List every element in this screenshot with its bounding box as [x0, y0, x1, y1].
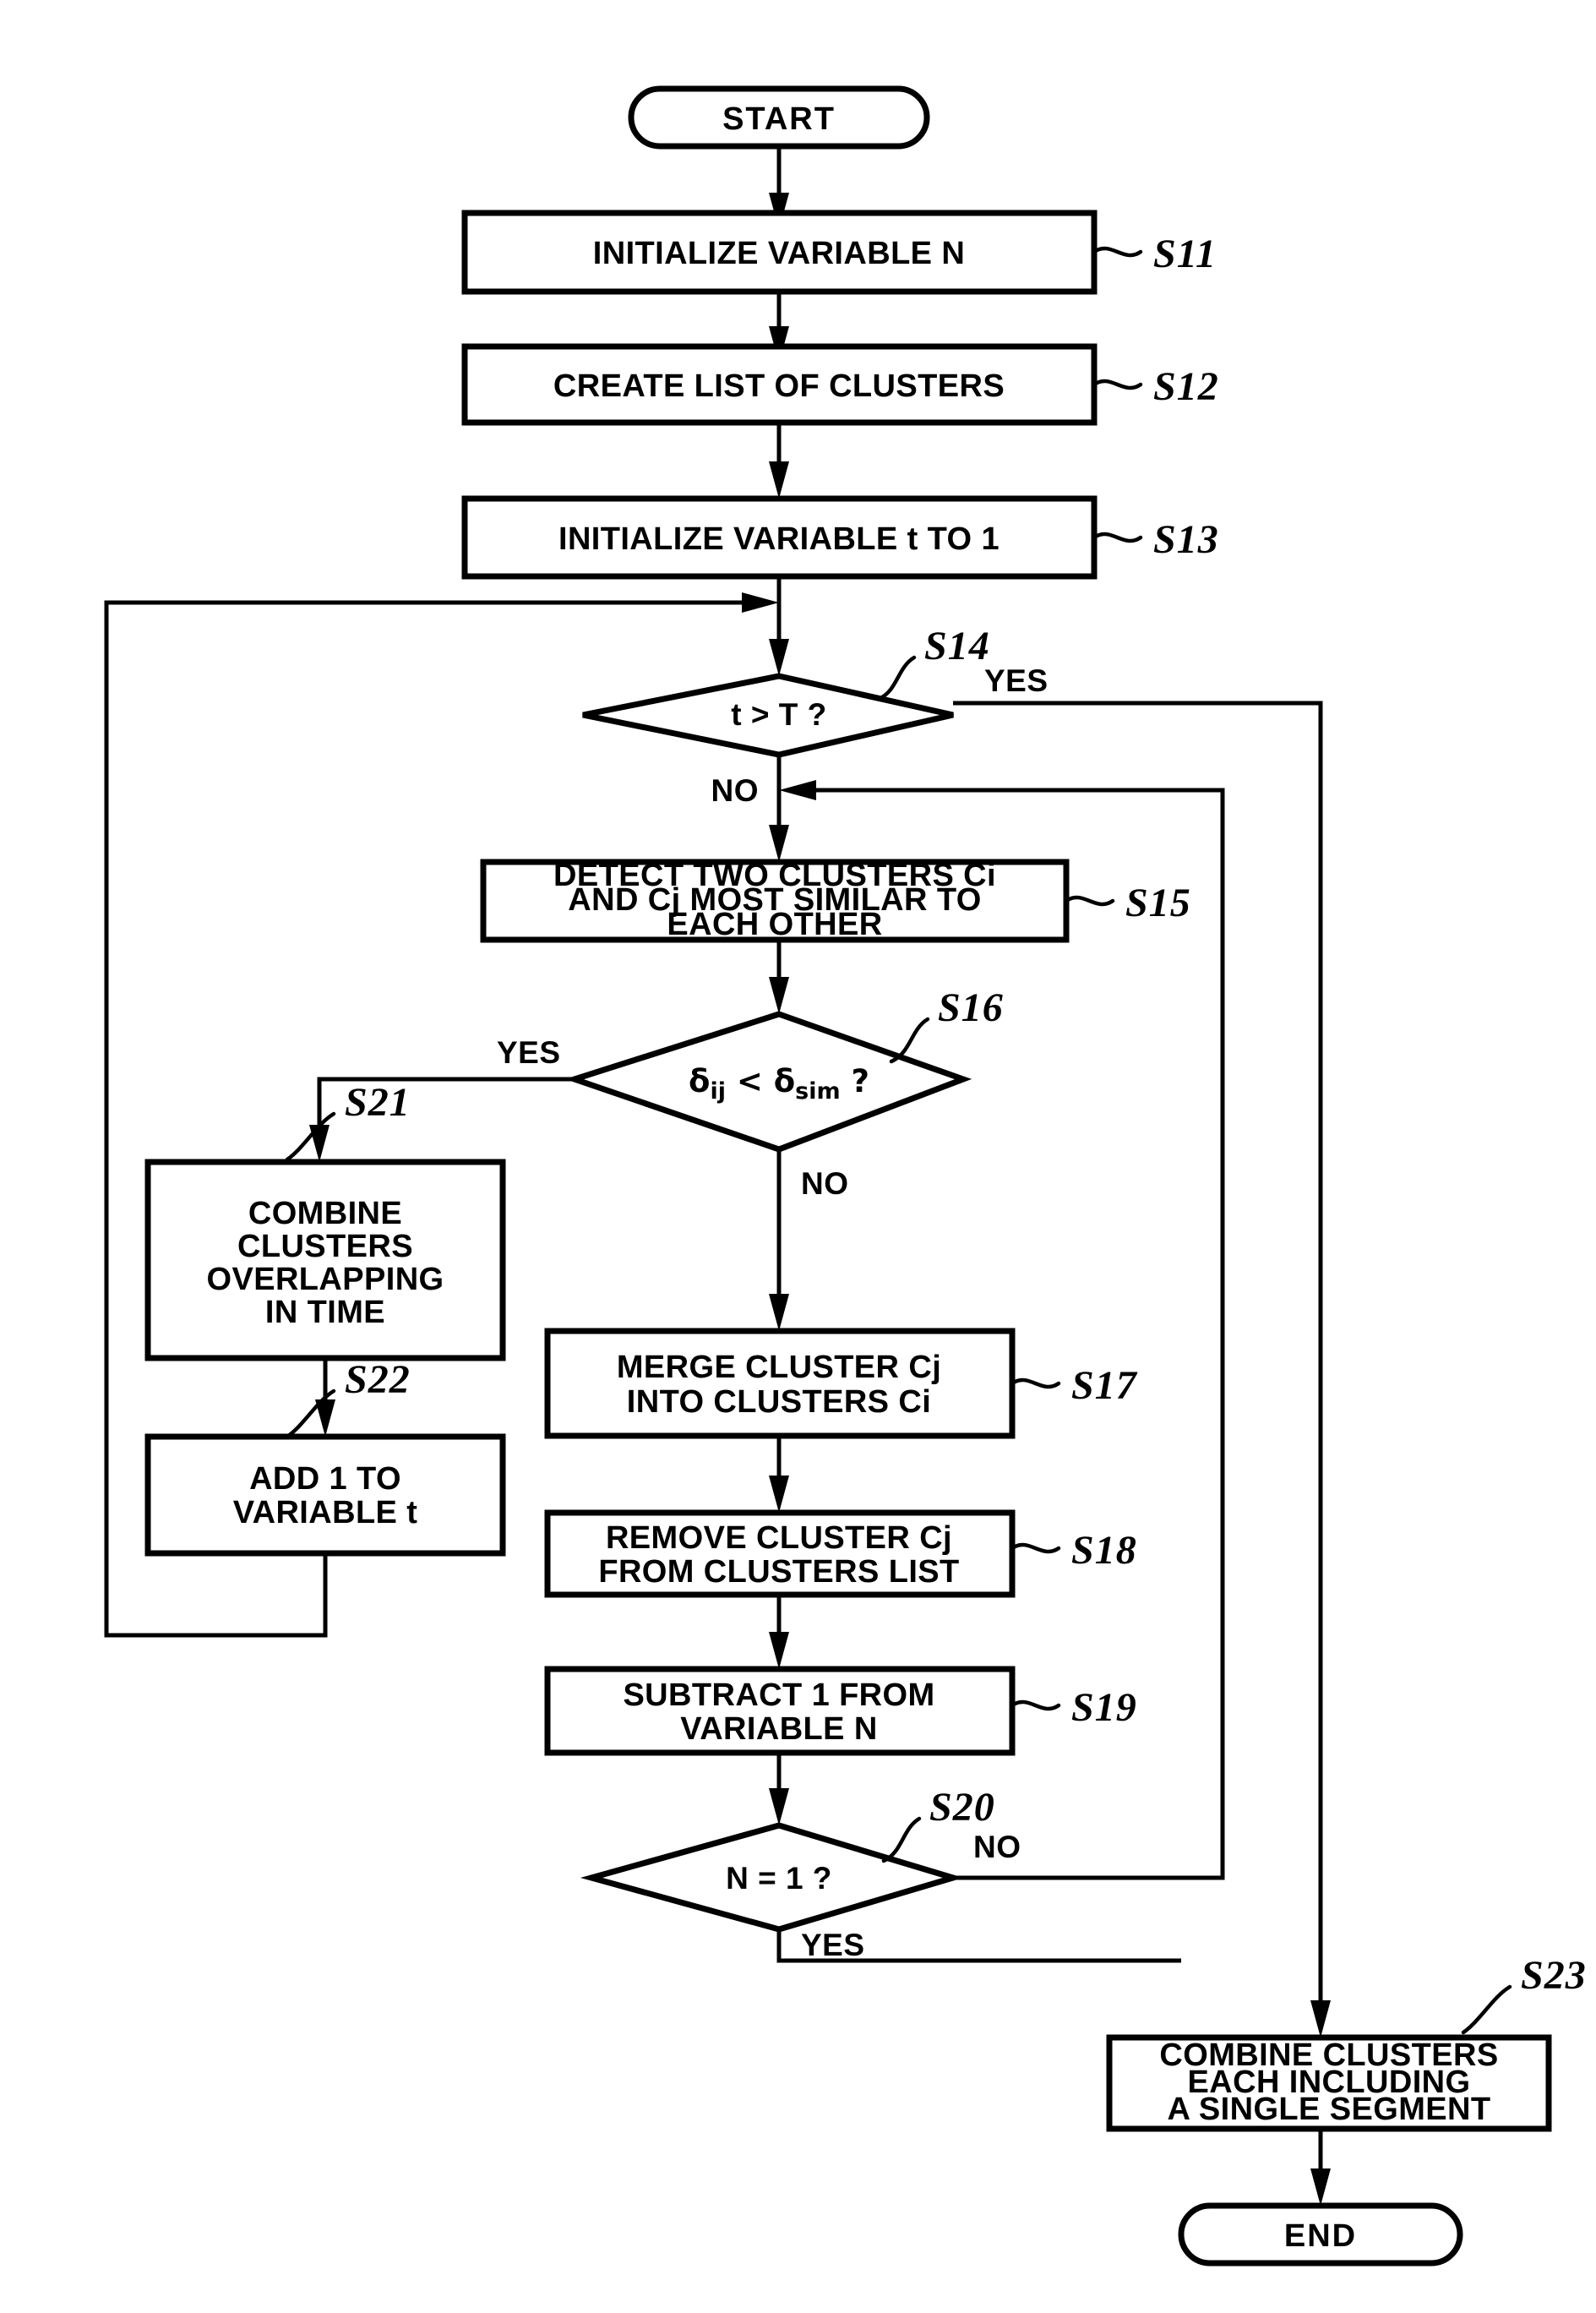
s18-step-ref: S18 [1071, 1528, 1137, 1573]
s20-yes-label: YES [801, 1928, 865, 1962]
edge-s14-no-to-s15 [769, 755, 789, 862]
s14-step-ref: S14 [924, 624, 990, 668]
s16-yes-label: YES [497, 1035, 561, 1070]
s20-condition-label: N = 1 ? [726, 1861, 832, 1896]
s21-label-line2: CLUSTERS [237, 1229, 413, 1264]
edge-s18-to-s19 [769, 1595, 789, 1669]
node-s11: INITIALIZE VARIABLE N S11 [461, 210, 1217, 295]
s21-step-ref: S21 [345, 1080, 411, 1125]
s23-label-line3: A SINGLE SEGMENT [1168, 2092, 1491, 2127]
edge-s15-to-s16 [769, 940, 789, 1014]
node-s16: δij < δsim ? S16 YES NO [497, 985, 1004, 1201]
s17-label-line1: MERGE CLUSTER Cj [617, 1350, 941, 1385]
flowchart-svg: START INITIALIZE VARIABLE N S11 CREATE L… [104, 85, 1587, 2267]
node-start: START [628, 85, 930, 150]
node-end: END [1178, 2202, 1463, 2267]
s11-step-ref: S11 [1153, 232, 1217, 276]
s14-no-label: NO [711, 773, 760, 808]
s18-label-line1: REMOVE CLUSTER Cj [606, 1520, 952, 1556]
node-s12: CREATE LIST OF CLUSTERS S12 [461, 343, 1219, 426]
s14-yes-label: YES [984, 663, 1049, 698]
edge-s16-no-to-s17 [769, 1149, 789, 1331]
s18-label-line2: FROM CLUSTERS LIST [598, 1554, 959, 1590]
s16-step-ref: S16 [938, 985, 1004, 1030]
s19-label-line1: SUBTRACT 1 FROM [623, 1677, 934, 1713]
s12-label: CREATE LIST OF CLUSTERS [553, 368, 1005, 404]
s23-step-ref: S23 [1521, 1953, 1587, 1998]
start-label: START [722, 101, 836, 137]
end-label: END [1284, 2218, 1357, 2254]
s21-label-line1: COMBINE [248, 1196, 402, 1231]
s13-label: INITIALIZE VARIABLE t TO 1 [558, 521, 1000, 557]
flowchart-canvas: START INITIALIZE VARIABLE N S11 CREATE L… [0, 0, 1596, 2313]
s16-no-label: NO [801, 1166, 849, 1201]
s12-step-ref: S12 [1153, 364, 1219, 409]
edge-s17-to-s18 [769, 1436, 789, 1513]
edge-s23-to-end [1310, 2129, 1331, 2206]
node-s17: MERGE CLUSTER Cj INTO CLUSTERS Ci S17 [544, 1328, 1138, 1439]
s13-step-ref: S13 [1153, 517, 1219, 562]
node-s19: SUBTRACT 1 FROM VARIABLE N S19 [544, 1666, 1137, 1756]
s22-label-line2: VARIABLE t [233, 1495, 418, 1530]
s17-label-line2: INTO CLUSTERS Ci [627, 1384, 931, 1420]
node-s15: DETECT TWO CLUSTERS Ci AND Cj MOST SIMIL… [480, 858, 1191, 943]
s15-label-line3: EACH OTHER [667, 907, 882, 942]
s21-label-line3: OVERLAPPING [207, 1262, 444, 1297]
s20-no-label: NO [973, 1830, 1021, 1864]
s22-label-line1: ADD 1 TO [249, 1461, 401, 1497]
s19-step-ref: S19 [1071, 1685, 1137, 1730]
node-s18: REMOVE CLUSTER Cj FROM CLUSTERS LIST S18 [544, 1509, 1137, 1598]
edge-s12-to-s13 [769, 423, 789, 499]
edge-s13-to-s14 [769, 576, 789, 676]
s21-label-line4: IN TIME [265, 1295, 385, 1330]
s14-condition-label: t > T ? [731, 697, 826, 732]
s11-label: INITIALIZE VARIABLE N [593, 236, 965, 271]
node-s20: N = 1 ? S20 NO YES [580, 1785, 1021, 1962]
node-s21: COMBINE CLUSTERS OVERLAPPING IN TIME S21 [144, 1080, 506, 1361]
s17-step-ref: S17 [1071, 1363, 1138, 1408]
node-s13: INITIALIZE VARIABLE t TO 1 S13 [461, 495, 1219, 580]
node-s23: COMBINE CLUSTERS EACH INCLUDING A SINGLE… [1106, 1953, 1587, 2132]
s19-label-line2: VARIABLE N [680, 1711, 877, 1747]
s15-step-ref: S15 [1125, 881, 1191, 925]
edge-s19-to-s20 [769, 1753, 789, 1825]
s20-step-ref: S20 [929, 1785, 995, 1830]
s22-step-ref: S22 [345, 1357, 411, 1402]
